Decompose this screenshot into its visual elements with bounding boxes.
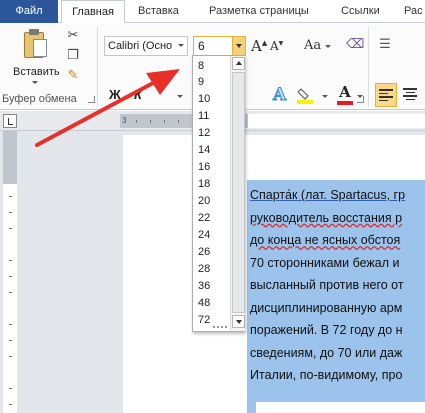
dropdown-scrollbar[interactable] [230,56,245,331]
document-line: Италии, по-видимому, про [250,368,403,382]
document-text[interactable]: Спарта́к (лат. Spartacus, гр руководител… [250,184,425,387]
font-size-option[interactable]: 14 [193,142,229,158]
clipboard-group-label: Буфер обмена [2,93,77,105]
font-size-option[interactable]: 8 [193,58,229,74]
tab-selector-icon[interactable] [3,114,17,128]
bold-button[interactable]: Ж [109,87,121,102]
tab-file[interactable]: Файл [0,0,58,23]
format-painter-icon[interactable]: ✎ [66,68,80,82]
paste-icon [24,29,50,59]
font-size-option[interactable]: 20 [193,193,229,209]
font-color-button[interactable]: A [337,85,353,105]
italic-button[interactable]: К [134,87,142,102]
font-size-option[interactable]: 11 [193,108,229,124]
align-left-button[interactable] [375,83,397,107]
font-size-option[interactable]: 26 [193,244,229,260]
document-line: дисциплинированную арм [250,300,403,315]
font-size-option[interactable]: 12 [193,125,229,141]
tab-references[interactable]: Ссылки [341,0,380,23]
font-size-option[interactable]: 10 [193,91,229,107]
text-effects-button[interactable]: A [272,85,286,106]
cut-icon[interactable]: ✂ [66,28,80,42]
document-line: руководитель восстания р [250,210,403,225]
resize-grip-icon[interactable] [213,326,227,330]
font-size-option[interactable]: 24 [193,227,229,243]
paste-dropdown-icon[interactable] [32,81,38,84]
scroll-thumb[interactable] [232,72,245,313]
tab-insert[interactable]: Вставка [138,0,179,23]
tab-mailings[interactable]: Рас [404,0,423,23]
highlight-dropdown-icon[interactable] [322,95,328,98]
font-name-dropdown-icon[interactable] [178,44,184,47]
tab-page-layout[interactable]: Разметка страницы [209,0,309,23]
font-size-option[interactable]: 28 [193,261,229,277]
font-name-combobox[interactable]: Calibri (Осно [104,36,188,56]
change-case-button[interactable]: Aa [304,38,321,53]
highlight-color-icon[interactable] [297,87,313,104]
font-size-option[interactable]: 18 [193,176,229,192]
document-line: Спарта́к (лат. Spartacus, гр [250,188,406,202]
font-size-option[interactable]: 22 [193,210,229,226]
group-divider [97,27,98,107]
font-size-option[interactable]: 9 [193,74,229,90]
font-launcher-icon[interactable] [357,96,364,103]
document-line: до конца не ясных обстоя [250,233,401,247]
shrink-font-button[interactable]: A▼ [270,39,283,53]
tab-home[interactable]: Главная [61,0,125,24]
clipboard-launcher-icon[interactable] [88,96,95,103]
bullets-icon[interactable]: ☰ [378,37,392,51]
font-size-dropdown-button[interactable] [232,37,245,55]
font-size-option[interactable]: 16 [193,159,229,175]
underline-dropdown-icon[interactable] [177,95,183,98]
font-size-option[interactable]: 36 [193,278,229,294]
group-divider [368,27,369,107]
document-line: высланный против него от [250,278,404,292]
ribbon-tab-bar: Файл Главная Вставка Разметка страницы С… [0,0,425,24]
copy-icon[interactable]: ❐ [66,48,80,62]
document-line: поражений. В 72 году до н [250,323,403,337]
grow-font-button[interactable]: A▲ [251,37,267,55]
font-size-option[interactable]: 48 [193,295,229,311]
document-line: сведениям, до 70 или даж [250,345,403,360]
scroll-down-icon[interactable] [232,315,245,328]
document-line: 70 сторонниками бежал и [250,255,400,270]
clear-formatting-icon[interactable]: ⌫ [346,37,364,51]
font-size-dropdown-list[interactable]: 8 9 10 11 12 14 16 18 20 22 24 26 28 36 … [192,55,245,332]
paste-label: Вставить [13,66,60,78]
align-center-button[interactable] [402,88,418,102]
scroll-up-icon[interactable] [232,57,245,70]
vertical-ruler-margin [3,131,17,184]
change-case-dropdown-icon[interactable] [325,45,331,48]
